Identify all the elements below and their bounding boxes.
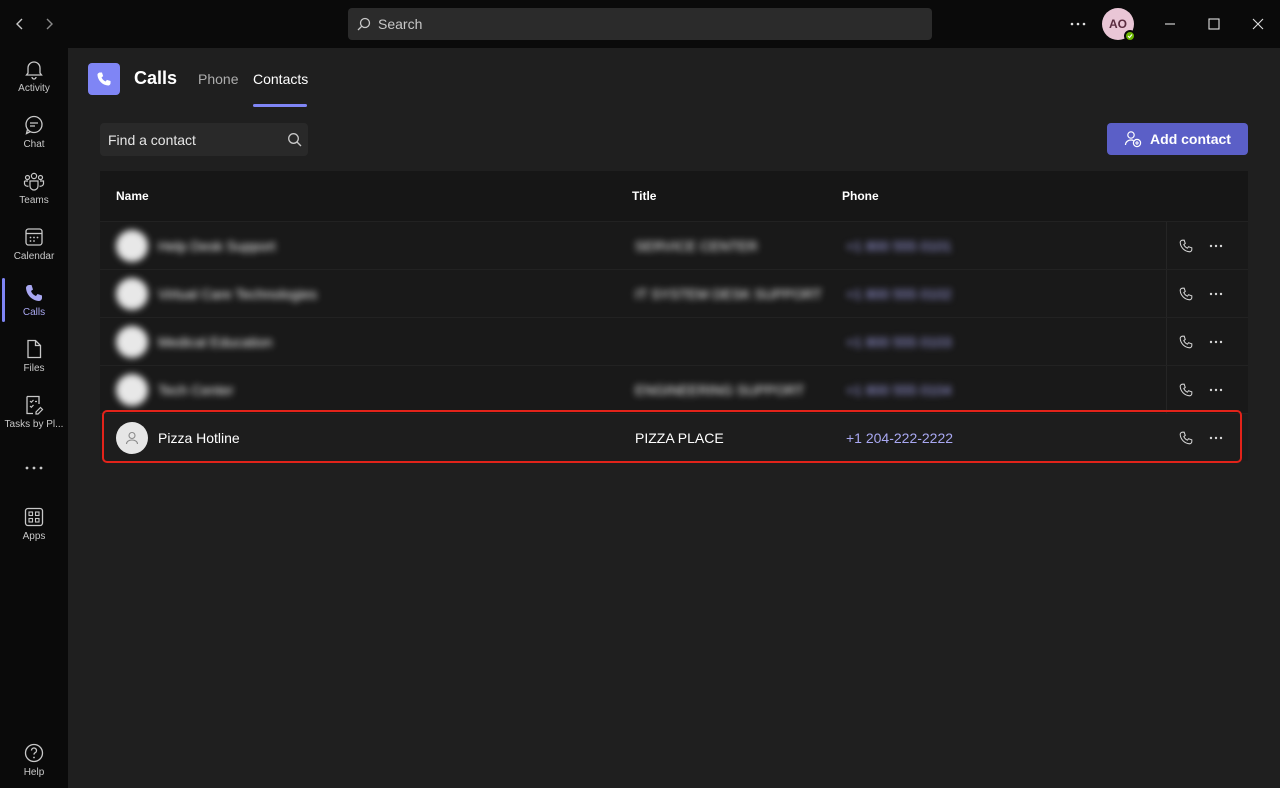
contacts-table: Name Title Phone Help Desk Support SERVI…	[100, 171, 1248, 461]
more-options-icon[interactable]	[1204, 282, 1228, 306]
avatar[interactable]: AO	[1102, 8, 1136, 42]
tab-contacts[interactable]: Contacts	[253, 71, 308, 87]
minimize-icon[interactable]	[1158, 12, 1182, 36]
contact-avatar	[116, 326, 148, 358]
calls-app-icon	[88, 63, 120, 95]
more-icon	[25, 466, 43, 470]
column-header-phone[interactable]: Phone	[842, 189, 879, 203]
contact-name: Medical Education	[158, 334, 273, 350]
rail-item-apps[interactable]: Apps	[0, 498, 68, 550]
calendar-icon	[23, 226, 45, 248]
maximize-icon[interactable]	[1202, 12, 1226, 36]
rail-label: Calls	[22, 307, 46, 318]
phone-icon	[23, 282, 45, 304]
rail-label: Tasks by Pl...	[4, 419, 64, 430]
more-apps-button[interactable]	[0, 442, 68, 494]
file-icon	[23, 338, 45, 360]
more-options-icon[interactable]	[1204, 330, 1228, 354]
table-row[interactable]: Help Desk Support SERVICE CENTER +1 800 …	[100, 221, 1248, 269]
contact-phone[interactable]: +1 204-222-2222	[846, 430, 953, 446]
rail-item-calendar[interactable]: Calendar	[0, 218, 68, 270]
rail-item-activity[interactable]: Activity	[0, 50, 68, 102]
tasks-icon	[23, 394, 45, 416]
table-header: Name Title Phone	[100, 171, 1248, 221]
call-icon[interactable]	[1174, 282, 1198, 306]
chat-icon	[23, 114, 45, 136]
add-contact-label: Add contact	[1150, 131, 1231, 147]
rail-item-chat[interactable]: Chat	[0, 106, 68, 158]
table-row[interactable]: Virtual Care Technologies IT SYSTEM DESK…	[100, 269, 1248, 317]
column-header-title[interactable]: Title	[632, 189, 656, 203]
call-icon[interactable]	[1174, 378, 1198, 402]
contact-phone[interactable]: +1 800 555 0104	[846, 382, 952, 398]
title-bar: Search AO	[0, 0, 1280, 48]
contact-name: Help Desk Support	[158, 238, 276, 254]
page-title: Calls	[134, 68, 178, 88]
rail-label: Help	[23, 767, 45, 778]
rail-label: Apps	[22, 531, 46, 542]
contact-avatar	[116, 278, 148, 310]
contact-title: PIZZA PLACE	[635, 430, 724, 446]
column-header-name[interactable]: Name	[116, 189, 149, 203]
contact-avatar	[116, 374, 148, 406]
contact-name: Tech Center	[158, 382, 234, 398]
call-icon[interactable]	[1174, 330, 1198, 354]
contact-name: Pizza Hotline	[158, 430, 240, 446]
more-icon[interactable]	[1066, 12, 1090, 36]
contact-name: Virtual Care Technologies	[158, 286, 318, 302]
contact-title: SERVICE CENTER	[635, 238, 758, 254]
avatar-initials: AO	[1109, 17, 1127, 31]
find-contact-input[interactable]: Find a contact	[100, 123, 308, 156]
table-row[interactable]: Medical Education +1 800 555 0103	[100, 317, 1248, 365]
search-icon	[280, 132, 308, 147]
teams-icon	[23, 170, 45, 192]
search-icon	[357, 17, 371, 31]
rail-label: Chat	[23, 139, 45, 150]
rail-item-tasks[interactable]: Tasks by Pl...	[0, 386, 68, 438]
table-row[interactable]: Tech Center ENGINEERING SUPPORT +1 800 5…	[100, 365, 1248, 413]
rail-label: Files	[23, 363, 45, 374]
help-icon	[23, 742, 45, 764]
contact-title: ENGINEERING SUPPORT	[635, 382, 805, 398]
more-options-icon[interactable]	[1204, 426, 1228, 450]
more-options-icon[interactable]	[1204, 378, 1228, 402]
rail-item-help[interactable]: Help	[0, 734, 68, 786]
rail-label: Activity	[18, 83, 50, 94]
rail-item-teams[interactable]: Teams	[0, 162, 68, 214]
contact-title: IT SYSTEM DESK SUPPORT	[635, 286, 822, 302]
rail-label: Teams	[19, 195, 49, 206]
tab-phone[interactable]: Phone	[198, 71, 238, 87]
back-icon[interactable]	[8, 12, 32, 36]
more-options-icon[interactable]	[1204, 234, 1228, 258]
presence-available-icon	[1124, 30, 1136, 42]
call-icon[interactable]	[1174, 234, 1198, 258]
add-contact-button[interactable]: Add contact	[1107, 123, 1248, 155]
call-icon[interactable]	[1174, 426, 1198, 450]
find-contact-placeholder: Find a contact	[108, 131, 196, 148]
apps-icon	[23, 506, 45, 528]
search-input[interactable]: Search	[348, 8, 932, 40]
contact-avatar	[116, 422, 148, 454]
rail-item-files[interactable]: Files	[0, 330, 68, 382]
contact-phone[interactable]: +1 800 555 0103	[846, 334, 952, 350]
bell-icon	[23, 58, 45, 80]
left-rail: Activity Chat Teams Calendar Calls Files	[0, 48, 68, 788]
person-icon	[124, 430, 140, 446]
active-tab-indicator	[253, 104, 307, 107]
contact-phone[interactable]: +1 800 555 0101	[846, 238, 952, 254]
contact-phone[interactable]: +1 800 555 0102	[846, 286, 952, 302]
forward-icon[interactable]	[37, 12, 61, 36]
table-row[interactable]: Pizza Hotline PIZZA PLACE +1 204-222-222…	[100, 413, 1248, 461]
add-person-icon	[1124, 130, 1142, 148]
search-placeholder: Search	[378, 16, 423, 32]
close-icon[interactable]	[1246, 12, 1270, 36]
contact-avatar	[116, 230, 148, 262]
rail-item-calls[interactable]: Calls	[0, 274, 68, 326]
rail-label: Calendar	[13, 251, 55, 262]
